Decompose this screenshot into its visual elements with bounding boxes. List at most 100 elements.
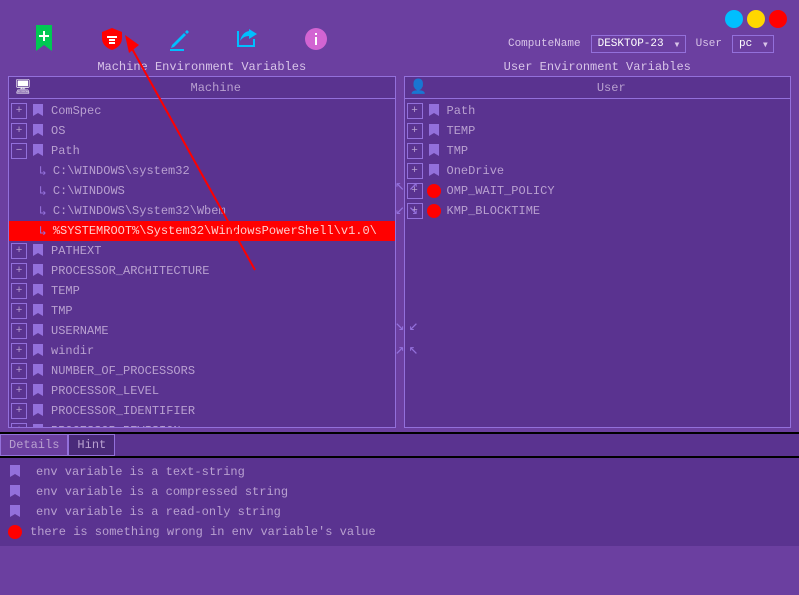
collapse-tl-icon[interactable]: ↘ <box>395 315 405 335</box>
tree-child-row[interactable]: ↳%SYSTEMROOT%\System32\WindowsPowerShell… <box>9 221 395 241</box>
flag-icon <box>31 404 45 418</box>
expand-button[interactable]: + <box>11 263 27 279</box>
child-label: C:\WINDOWS\System32\Wbem <box>53 204 226 218</box>
expand-button[interactable]: + <box>11 243 27 259</box>
maximize-button[interactable] <box>747 10 765 28</box>
flag-icon <box>31 304 45 318</box>
tab-details[interactable]: Details <box>0 434 68 456</box>
tree-row[interactable]: + USERNAME <box>9 321 395 341</box>
flag-icon <box>31 264 45 278</box>
tree-label: PROCESSOR_LEVEL <box>51 384 159 398</box>
info-icon[interactable] <box>302 25 330 53</box>
expand-button[interactable]: + <box>11 123 27 139</box>
flag-icon <box>31 244 45 258</box>
flag-icon <box>31 324 45 338</box>
computename-select[interactable]: DESKTOP-23 <box>591 35 686 53</box>
expand-button[interactable]: + <box>11 103 27 119</box>
tree-row[interactable]: +Path <box>405 101 791 121</box>
expand-button[interactable]: + <box>407 143 423 159</box>
expand-button[interactable]: + <box>11 363 27 379</box>
machine-header-label: Machine <box>37 81 395 95</box>
edit-icon[interactable] <box>166 25 194 53</box>
expand-button[interactable]: + <box>11 343 27 359</box>
add-bookmark-icon[interactable] <box>30 25 58 53</box>
expand-tl-icon[interactable]: ↖ <box>395 175 405 195</box>
tree-child-row[interactable]: ↳C:\WINDOWS <box>9 181 395 201</box>
tree-label: OneDrive <box>447 164 505 178</box>
tree-row[interactable]: +PROCESSOR_ARCHITECTURE <box>9 261 395 281</box>
expand-br-icon[interactable]: ↘ <box>409 199 419 219</box>
expand-button[interactable]: + <box>11 423 27 428</box>
user-label: User <box>696 38 722 50</box>
tree-row[interactable]: +TMP <box>9 301 395 321</box>
tree-label: ComSpec <box>51 104 101 118</box>
tree-row[interactable]: + OS <box>9 121 395 141</box>
flag-icon <box>31 344 45 358</box>
child-arrow-icon: ↳ <box>39 224 47 239</box>
tabs: Details Hint <box>0 432 799 456</box>
hint-text: env variable is a text-string <box>36 465 245 479</box>
tree-row[interactable]: +OneDrive <box>405 161 791 181</box>
flag-icon <box>8 485 22 499</box>
export-icon[interactable] <box>234 25 262 53</box>
tree-label: NUMBER_OF_PROCESSORS <box>51 364 195 378</box>
flag-icon <box>31 104 45 118</box>
child-label: C:\WINDOWS\system32 <box>53 164 190 178</box>
expand-button[interactable]: + <box>407 123 423 139</box>
tree-label: TEMP <box>51 284 80 298</box>
minimize-button[interactable] <box>725 10 743 28</box>
tree-row[interactable]: + TEMP <box>9 281 395 301</box>
collapse-controls: ↘ ↙ ↗ ↖ <box>395 315 418 359</box>
tree-row[interactable]: −Path <box>9 141 395 161</box>
tree-row[interactable]: +OMP_WAIT_POLICY <box>405 181 791 201</box>
tree-child-row[interactable]: ↳ C:\WINDOWS\system32 <box>9 161 395 181</box>
person-icon: 👤 <box>405 79 433 96</box>
user-select[interactable]: pc <box>732 35 774 53</box>
expand-button[interactable]: + <box>11 303 27 319</box>
close-button[interactable] <box>769 10 787 28</box>
hint-row: there is something wrong in env variable… <box>2 522 797 542</box>
tree-label: PROCESSOR_REVISION <box>51 424 181 428</box>
hint-text: env variable is a compressed string <box>36 485 288 499</box>
tree-row[interactable]: + NUMBER_OF_PROCESSORS <box>9 361 395 381</box>
collapse-bl-icon[interactable]: ↗ <box>395 339 405 359</box>
hint-row: env variable is a compressed string <box>2 482 797 502</box>
tree-row[interactable]: +KMP_BLOCKTIME <box>405 201 791 221</box>
error-icon <box>8 525 22 539</box>
expand-button[interactable]: + <box>407 103 423 119</box>
machine-tree: +ComSpec+OS−Path↳C:\WINDOWS\system32↳C:\… <box>9 99 395 428</box>
tree-row[interactable]: +PATHEXT <box>9 241 395 261</box>
tree-label: USERNAME <box>51 324 109 338</box>
collapse-tr-icon[interactable]: ↙ <box>409 315 419 335</box>
error-icon <box>427 204 441 218</box>
flag-icon <box>31 384 45 398</box>
tree-row[interactable]: +windir <box>9 341 395 361</box>
hint-text: env variable is a read-only string <box>36 505 281 519</box>
tree-label: PROCESSOR_IDENTIFIER <box>51 404 195 418</box>
child-label: C:\WINDOWS <box>53 184 125 198</box>
tree-label: KMP_BLOCKTIME <box>447 204 541 218</box>
tree-row[interactable]: + ComSpec <box>9 101 395 121</box>
window-controls <box>725 10 787 28</box>
tree-label: OS <box>51 124 65 138</box>
tab-hint[interactable]: Hint <box>68 434 115 456</box>
expand-button[interactable]: + <box>11 383 27 399</box>
expand-button[interactable]: + <box>11 323 27 339</box>
hint-panel: env variable is a text-string env variabl… <box>0 456 799 546</box>
collapse-br-icon[interactable]: ↖ <box>409 339 419 359</box>
delete-icon[interactable] <box>98 25 126 53</box>
tree-row[interactable]: + PROCESSOR_IDENTIFIER <box>9 401 395 421</box>
expand-button[interactable]: − <box>11 143 27 159</box>
child-arrow-icon: ↳ <box>39 164 47 179</box>
expand-tr-icon[interactable]: ↗ <box>409 175 419 195</box>
tree-row[interactable]: +TEMP <box>405 121 791 141</box>
tree-row[interactable]: +TMP <box>405 141 791 161</box>
flag-icon <box>8 465 22 479</box>
expand-button[interactable]: + <box>11 283 27 299</box>
tree-row[interactable]: + PROCESSOR_REVISION <box>9 421 395 428</box>
expand-bl-icon[interactable]: ↙ <box>395 199 405 219</box>
tree-child-row[interactable]: ↳C:\WINDOWS\System32\Wbem <box>9 201 395 221</box>
tree-row[interactable]: + PROCESSOR_LEVEL <box>9 381 395 401</box>
expand-button[interactable]: + <box>11 403 27 419</box>
user-panel: 👤 User +Path+TEMP+TMP+OneDrive+OMP_WAIT_… <box>404 76 792 428</box>
